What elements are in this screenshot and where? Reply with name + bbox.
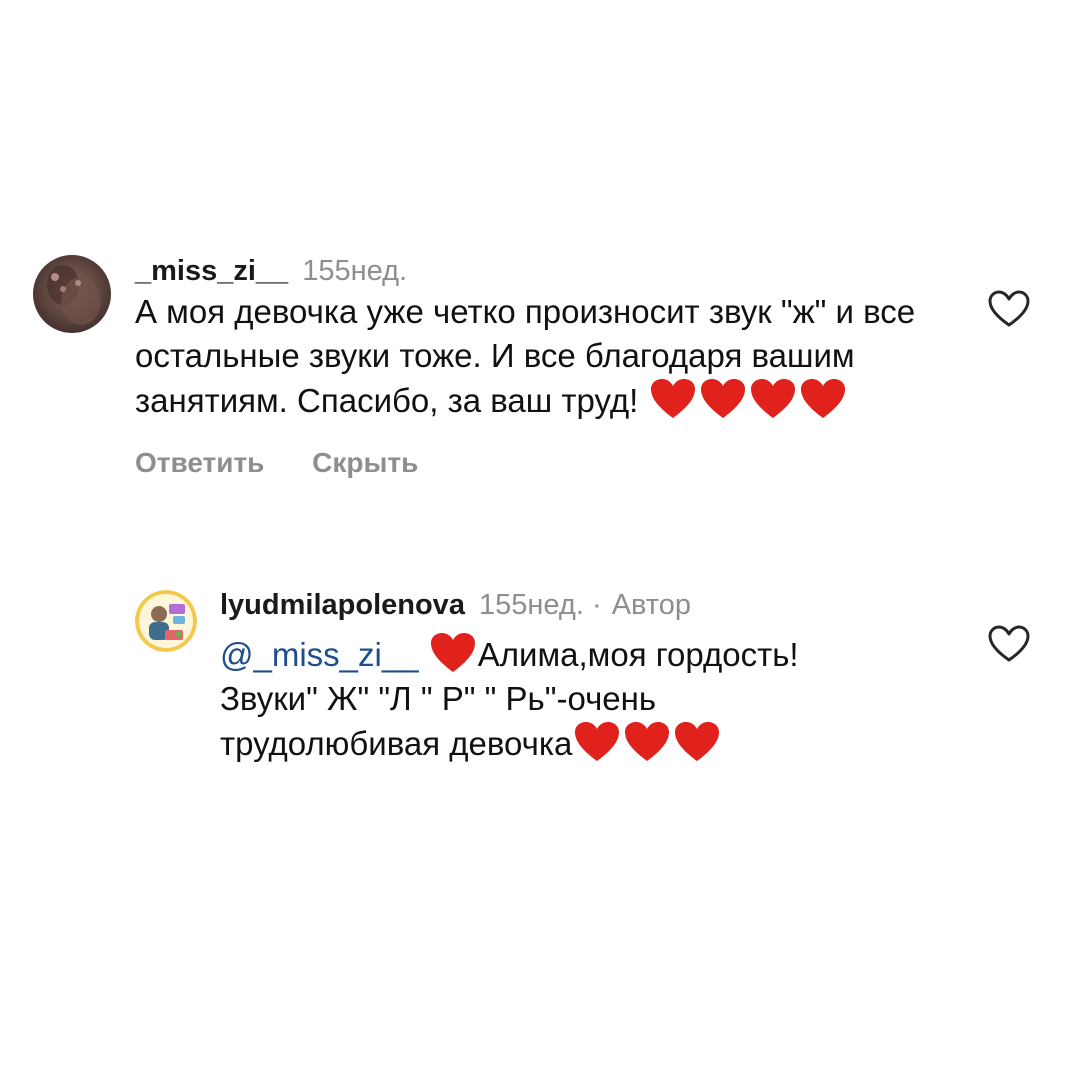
comment-header: lyudmilapolenova 155нед. · Автор [220,586,960,624]
red-heart-emoji-icon [700,379,745,418]
comment-body: _miss_zi__ 155нед. А моя девочка уже чет… [135,252,955,481]
hide-button[interactable]: Скрыть [312,447,418,478]
comment-body: lyudmilapolenova 155нед. · Автор @_miss_… [220,586,960,766]
red-heart-emoji-icon [625,722,670,761]
comment-text-content: Алима,моя гордость! [477,636,799,673]
red-heart-emoji-icon [650,379,695,418]
red-heart-emoji-icon [800,379,845,418]
red-heart-emoji-icon [675,722,720,761]
avatar-image [135,590,197,652]
comment-text-line: Звуки" Ж" "Л " Р" " Рь"-очень [220,677,960,721]
avatar-image [33,255,111,333]
red-heart-emoji-icon [750,379,795,418]
author-badge: Автор [611,589,692,621]
timestamp: 155нед. [479,589,584,621]
heart-outline-icon[interactable] [987,289,1031,329]
comment-text-content: А моя девочка уже четко произносит звук … [135,293,916,419]
comment-text-content: трудолюбивая девочка [220,725,573,762]
mention-link[interactable]: @_miss_zi__ [220,636,419,673]
comment-actions: Ответить Скрыть [135,445,955,481]
comment-text-content: Звуки" Ж" "Л " Р" " Рь"-очень [220,680,657,717]
timestamp: 155нед. [302,255,408,287]
username[interactable]: _miss_zi__ [135,255,288,287]
comment-text: @_miss_zi__ Алима,моя гордость! Звуки" Ж… [220,632,960,766]
red-heart-emoji-icon [430,633,475,672]
separator-dot: · [591,589,602,621]
comment-text-line: трудолюбивая девочка [220,721,960,766]
avatar[interactable] [135,590,197,652]
comment-text-line: @_miss_zi__ Алима,моя гордость! [220,632,960,677]
reply-button[interactable]: Ответить [135,447,264,478]
heart-outline-icon[interactable] [987,624,1031,664]
red-heart-emoji-icon [575,722,620,761]
username[interactable]: lyudmilapolenova [220,589,465,621]
avatar[interactable] [33,255,111,333]
comment-text: А моя девочка уже четко произносит звук … [135,290,955,423]
comment-header: _miss_zi__ 155нед. [135,252,955,290]
